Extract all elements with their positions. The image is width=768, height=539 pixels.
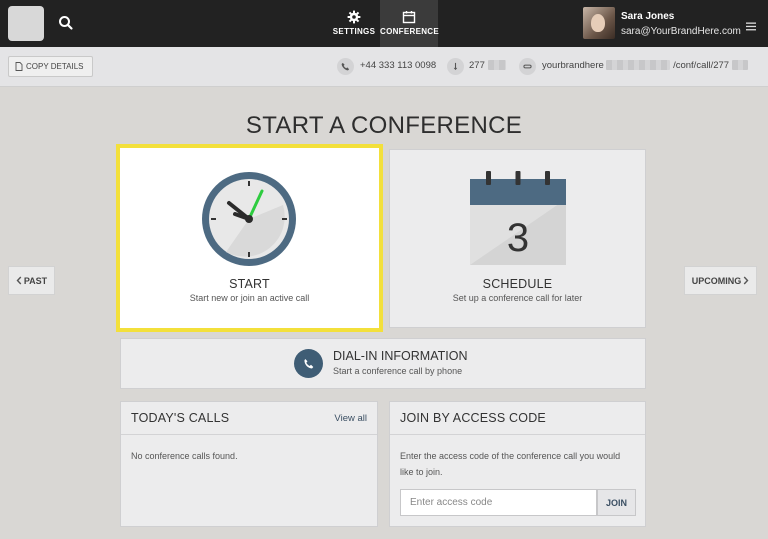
user-email: sara@YourBrandHere.com [621,26,741,37]
nav-conference[interactable]: CONFERENCE [380,0,440,47]
conference-url-suffix: /conf/call/277 [673,60,730,71]
dial-in-title: DIAL-IN INFORMATION [333,349,468,363]
panel-header: TODAY'S CALLS View all [121,402,377,435]
redacted-blur [731,60,748,71]
schedule-subtitle: Set up a conference call for later [452,293,583,303]
gear-icon [347,10,361,24]
copy-details-label: COPY DETAILS [26,62,84,71]
search-icon[interactable] [56,13,76,33]
conference-url-prefix: yourbrandhere [542,60,604,71]
clock-icon [202,172,296,266]
upcoming-button[interactable]: UPCOMING [684,266,757,295]
redacted-blur [606,60,671,71]
start-subtitle: Start new or join an active call [189,293,310,303]
dial-in-number: +44 333 113 0098 [360,60,437,71]
nav-settings-label: SETTINGS [332,27,376,36]
calendar-icon [402,11,416,24]
no-calls-message: No conference calls found. [131,451,238,461]
top-bar: SETTINGS CONFERENCE Sara Jones sara@Your… [0,0,768,47]
hamburger-menu-icon[interactable] [746,18,756,31]
dial-in-subtitle: Start a conference call by phone [333,366,463,376]
past-label: PAST [23,275,48,286]
conference-url[interactable]: yourbrandhere /conf/call/277 [542,60,748,71]
phone-icon [294,349,323,378]
join-by-code-panel: JOIN BY ACCESS CODE Enter the access cod… [389,401,646,527]
copy-details-button[interactable]: COPY DETAILS [8,56,93,77]
past-button[interactable]: PAST [8,266,55,295]
schedule-title: SCHEDULE [482,277,553,291]
dial-in-card[interactable]: DIAL-IN INFORMATION Start a conference c… [120,338,646,389]
start-title: START [229,277,270,291]
conference-pin: 277 [469,60,506,71]
chevron-left-icon [16,276,22,285]
user-name: Sara Jones [621,11,675,22]
conference-pin-value: 277 [469,60,485,71]
access-code-input[interactable] [400,489,597,516]
upcoming-label: UPCOMING [691,275,742,286]
calendar-icon: 3 [470,171,566,265]
join-instructions: Enter the access code of the conference … [400,451,621,477]
page-title: START A CONFERENCE [245,112,523,139]
panel-header: JOIN BY ACCESS CODE [390,402,645,435]
nav-conference-label: CONFERENCE [380,27,440,36]
join-button[interactable]: JOIN [597,489,636,516]
link-icon [519,58,536,75]
todays-calls-title: TODAY'S CALLS [131,411,230,425]
join-title: JOIN BY ACCESS CODE [400,411,546,425]
redacted-blur [487,60,506,71]
chevron-right-icon [743,276,749,285]
view-all-link[interactable]: View all [334,413,367,424]
brand-logo[interactable] [8,6,44,41]
document-icon [15,62,23,71]
nav-settings[interactable]: SETTINGS [330,0,378,47]
avatar[interactable] [583,7,615,39]
conference-info-bar: COPY DETAILS +44 333 113 0098 277 yourbr… [0,47,768,87]
phone-icon [337,58,354,75]
pin-icon [447,58,464,75]
calendar-day: 3 [507,216,529,260]
schedule-card[interactable]: 3 SCHEDULE Set up a conference call for … [389,149,646,328]
todays-calls-panel: TODAY'S CALLS View all No conference cal… [120,401,378,527]
start-card[interactable]: START Start new or join an active call [116,144,383,332]
